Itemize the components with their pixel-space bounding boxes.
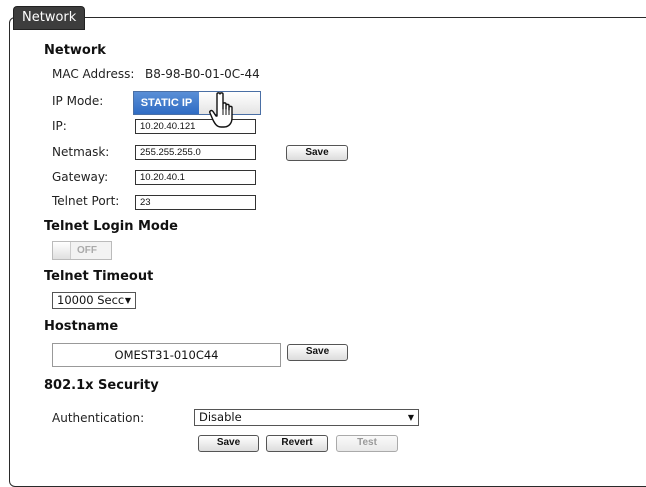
caret-down-icon: ▼ <box>124 296 131 305</box>
netmask-label: Netmask: <box>52 145 110 159</box>
security-revert-button[interactable]: Revert <box>266 435 328 452</box>
network-heading: Network <box>44 43 106 58</box>
telnet-login-heading: Telnet Login Mode <box>44 219 178 234</box>
authentication-selected: Disable <box>199 410 242 424</box>
mac-address-value: B8-98-B0-01-0C-44 <box>145 67 260 81</box>
ip-label: IP: <box>52 119 67 133</box>
gateway-field[interactable]: 10.20.40.1 <box>135 170 256 185</box>
hand-pointer-icon <box>209 92 233 128</box>
authentication-select[interactable]: Disable ▼ <box>194 409 419 426</box>
section-tab: Network <box>14 7 85 29</box>
caret-down-icon: ▼ <box>407 413 414 422</box>
telnet-login-toggle[interactable]: OFF <box>52 241 112 260</box>
hostname-save-button[interactable]: Save <box>287 344 348 361</box>
hostname-field[interactable]: OMEST31-010C44 <box>52 343 281 367</box>
netmask-field[interactable]: 255.255.255.0 <box>135 145 256 160</box>
telnet-login-toggle-knob[interactable] <box>53 242 71 259</box>
authentication-label: Authentication: <box>52 411 145 425</box>
network-save-button[interactable]: Save <box>286 145 348 161</box>
ip-mode-toggle-label: STATIC IP <box>134 92 199 114</box>
mac-address-label: MAC Address: <box>52 67 135 81</box>
security-save-button[interactable]: Save <box>198 435 259 452</box>
telnet-timeout-heading: Telnet Timeout <box>44 269 154 284</box>
ip-mode-label: IP Mode: <box>52 94 104 108</box>
security-heading: 802.1x Security <box>44 378 159 393</box>
telnet-port-field[interactable]: 23 <box>135 195 256 210</box>
hostname-heading: Hostname <box>44 319 119 334</box>
gateway-label: Gateway: <box>52 170 109 184</box>
telnet-port-label: Telnet Port: <box>52 194 120 208</box>
security-test-button: Test <box>336 435 398 452</box>
telnet-timeout-select[interactable]: 10000 Secc ▼ <box>52 292 136 309</box>
telnet-login-toggle-label: OFF <box>77 245 97 256</box>
telnet-timeout-selected: 10000 Secc <box>57 293 125 307</box>
